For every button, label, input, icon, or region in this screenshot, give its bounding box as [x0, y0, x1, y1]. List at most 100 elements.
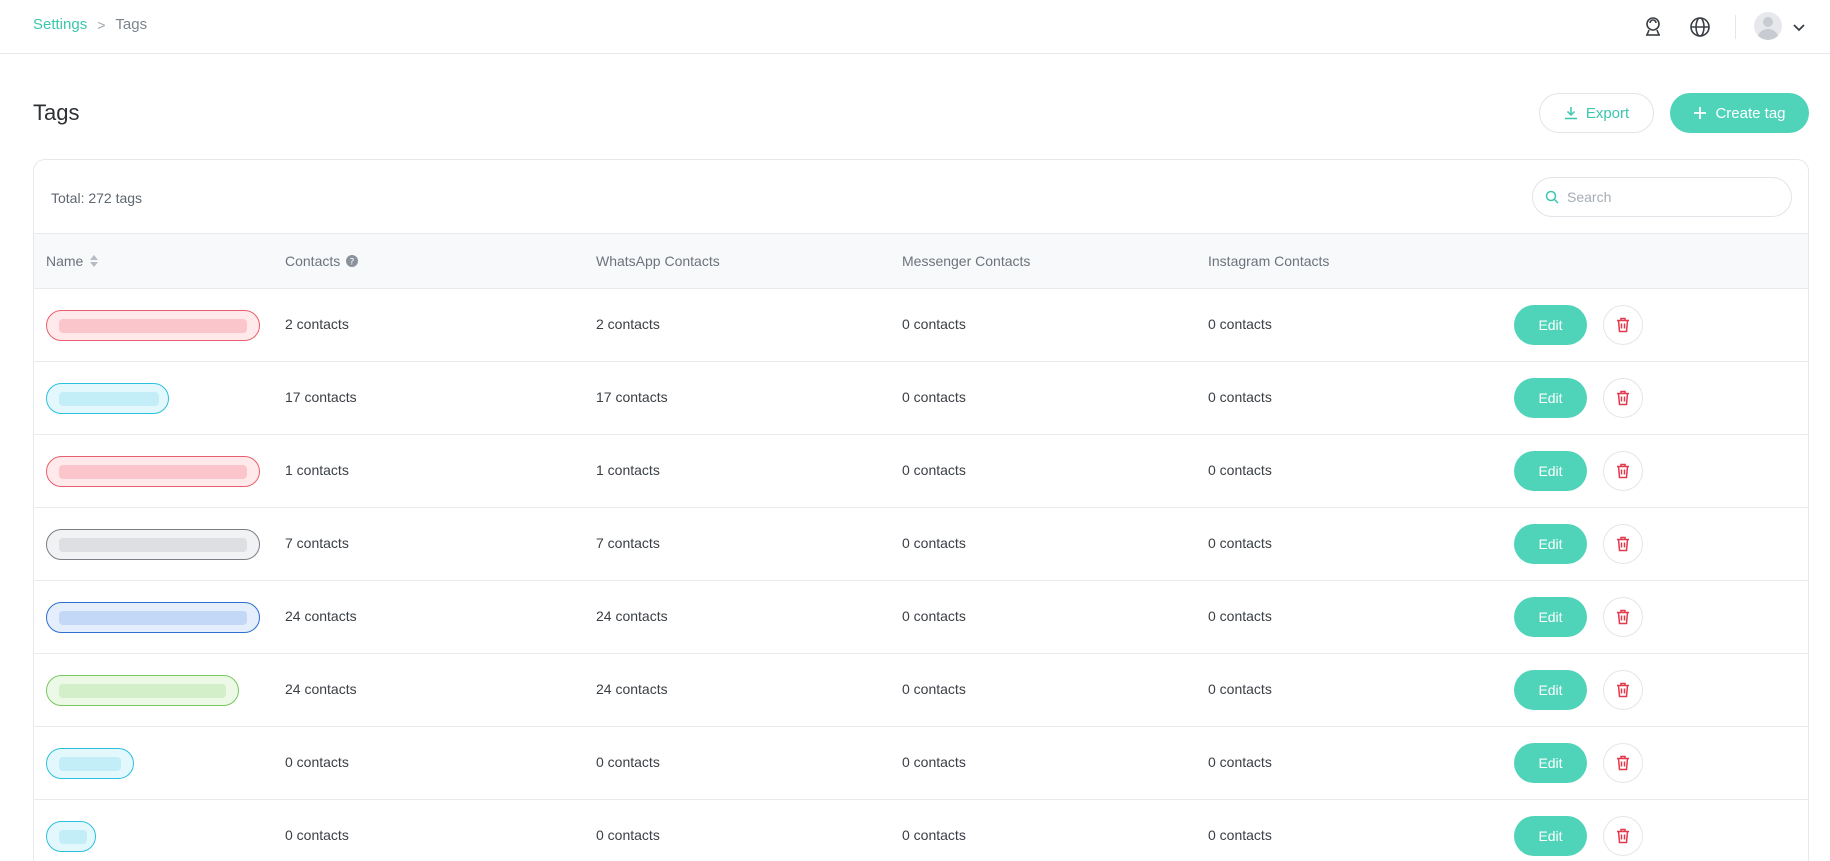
tag-name-redacted — [59, 684, 226, 698]
column-header-contacts: Contacts ? — [285, 253, 359, 269]
instagram-contacts-cell: 0 contacts — [1208, 827, 1272, 843]
tag-pill[interactable] — [46, 675, 239, 706]
avatar-body — [1758, 29, 1778, 40]
trash-icon — [1617, 390, 1629, 406]
sort-icon[interactable] — [89, 254, 99, 268]
messenger-contacts-cell: 0 contacts — [902, 316, 966, 332]
tag-name-redacted — [59, 392, 159, 406]
tag-name-redacted — [59, 757, 121, 771]
breadcrumb-settings-link[interactable]: Settings — [33, 16, 87, 33]
edit-button[interactable]: Edit — [1514, 524, 1587, 564]
topbar-divider — [1735, 15, 1736, 39]
contacts-cell: 17 contacts — [285, 389, 357, 405]
table-row: 24 contacts 24 contacts 0 contacts 0 con… — [34, 654, 1808, 727]
column-header-contacts-label: Contacts — [285, 253, 341, 269]
delete-button[interactable] — [1603, 305, 1643, 345]
search-icon — [1545, 190, 1559, 204]
trash-icon — [1617, 828, 1629, 844]
svg-text:?: ? — [350, 258, 355, 268]
edit-button[interactable]: Edit — [1514, 816, 1587, 856]
total-count: Total: 272 tags — [51, 190, 143, 206]
delete-button[interactable] — [1603, 670, 1643, 710]
instagram-contacts-cell: 0 contacts — [1208, 754, 1272, 770]
column-header-instagram-label: Instagram Contacts — [1208, 253, 1330, 269]
instagram-contacts-cell: 0 contacts — [1208, 608, 1272, 624]
search-box[interactable] — [1532, 177, 1792, 217]
messenger-contacts-cell: 0 contacts — [902, 681, 966, 697]
table-row: 1 contacts 1 contacts 0 contacts 0 conta… — [34, 435, 1808, 508]
edit-button[interactable]: Edit — [1514, 451, 1587, 491]
messenger-contacts-cell: 0 contacts — [902, 535, 966, 551]
tag-pill[interactable] — [46, 529, 260, 560]
language-button[interactable] — [1686, 13, 1714, 41]
table-row: 0 contacts 0 contacts 0 contacts 0 conta… — [34, 800, 1808, 861]
delete-button[interactable] — [1603, 451, 1643, 491]
trash-icon — [1617, 317, 1629, 333]
edit-button[interactable]: Edit — [1514, 743, 1587, 783]
edit-button[interactable]: Edit — [1514, 597, 1587, 637]
contacts-cell: 7 contacts — [285, 535, 349, 551]
column-header-instagram: Instagram Contacts — [1208, 253, 1329, 269]
tag-name-redacted — [59, 538, 247, 552]
column-header-whatsapp: WhatsApp Contacts — [596, 253, 720, 269]
contacts-cell: 2 contacts — [285, 316, 349, 332]
delete-button[interactable] — [1603, 816, 1643, 856]
edit-button[interactable]: Edit — [1514, 378, 1587, 418]
avatar[interactable] — [1754, 12, 1782, 40]
tag-pill[interactable] — [46, 748, 134, 779]
table-row: 17 contacts 17 contacts 0 contacts 0 con… — [34, 362, 1808, 435]
instagram-contacts-cell: 0 contacts — [1208, 389, 1272, 405]
whatsapp-contacts-cell: 0 contacts — [596, 754, 660, 770]
edit-button[interactable]: Edit — [1514, 670, 1587, 710]
tag-name-redacted — [59, 830, 87, 844]
column-header-messenger-label: Messenger Contacts — [902, 253, 1031, 269]
create-tag-button[interactable]: Create tag — [1670, 93, 1809, 133]
search-input[interactable] — [1567, 189, 1767, 205]
tag-pill[interactable] — [46, 602, 260, 633]
support-agent-button[interactable] — [1639, 13, 1667, 41]
table-header: Name Contacts ? WhatsApp Contacts Messen… — [34, 233, 1808, 289]
trash-icon — [1617, 755, 1629, 771]
contacts-cell: 0 contacts — [285, 754, 349, 770]
breadcrumb-current: Tags — [115, 16, 148, 33]
messenger-contacts-cell: 0 contacts — [902, 754, 966, 770]
whatsapp-contacts-cell: 1 contacts — [596, 462, 660, 478]
contacts-cell: 1 contacts — [285, 462, 349, 478]
instagram-contacts-cell: 0 contacts — [1208, 316, 1272, 332]
support-agent-icon — [1646, 17, 1660, 36]
chevron-down-icon[interactable] — [1790, 18, 1808, 36]
table-row: 24 contacts 24 contacts 0 contacts 0 con… — [34, 581, 1808, 654]
whatsapp-contacts-cell: 24 contacts — [596, 681, 668, 697]
messenger-contacts-cell: 0 contacts — [902, 389, 966, 405]
delete-button[interactable] — [1603, 378, 1643, 418]
whatsapp-contacts-cell: 2 contacts — [596, 316, 660, 332]
create-tag-button-label: Create tag — [1715, 104, 1786, 122]
edit-button[interactable]: Edit — [1514, 305, 1587, 345]
whatsapp-contacts-cell: 24 contacts — [596, 608, 668, 624]
export-button-label: Export — [1585, 104, 1630, 122]
tag-pill[interactable] — [46, 821, 96, 852]
messenger-contacts-cell: 0 contacts — [902, 827, 966, 843]
plus-icon — [1694, 107, 1707, 119]
column-header-name[interactable]: Name — [46, 253, 99, 269]
instagram-contacts-cell: 0 contacts — [1208, 681, 1272, 697]
trash-icon — [1617, 536, 1629, 552]
tag-pill[interactable] — [46, 456, 260, 487]
page-title: Tags — [33, 100, 80, 125]
delete-button[interactable] — [1603, 597, 1643, 637]
whatsapp-contacts-cell: 7 contacts — [596, 535, 660, 551]
delete-button[interactable] — [1603, 743, 1643, 783]
help-icon[interactable]: ? — [346, 255, 359, 268]
tag-pill[interactable] — [46, 310, 260, 341]
messenger-contacts-cell: 0 contacts — [902, 462, 966, 478]
instagram-contacts-cell: 0 contacts — [1208, 462, 1272, 478]
contacts-cell: 0 contacts — [285, 827, 349, 843]
tag-pill[interactable] — [46, 383, 169, 414]
trash-icon — [1617, 609, 1629, 625]
export-button[interactable]: Export — [1539, 93, 1654, 133]
tag-name-redacted — [59, 319, 247, 333]
column-header-name-label: Name — [46, 253, 84, 269]
contacts-cell: 24 contacts — [285, 608, 357, 624]
breadcrumb: Settings > Tags — [33, 16, 147, 33]
delete-button[interactable] — [1603, 524, 1643, 564]
